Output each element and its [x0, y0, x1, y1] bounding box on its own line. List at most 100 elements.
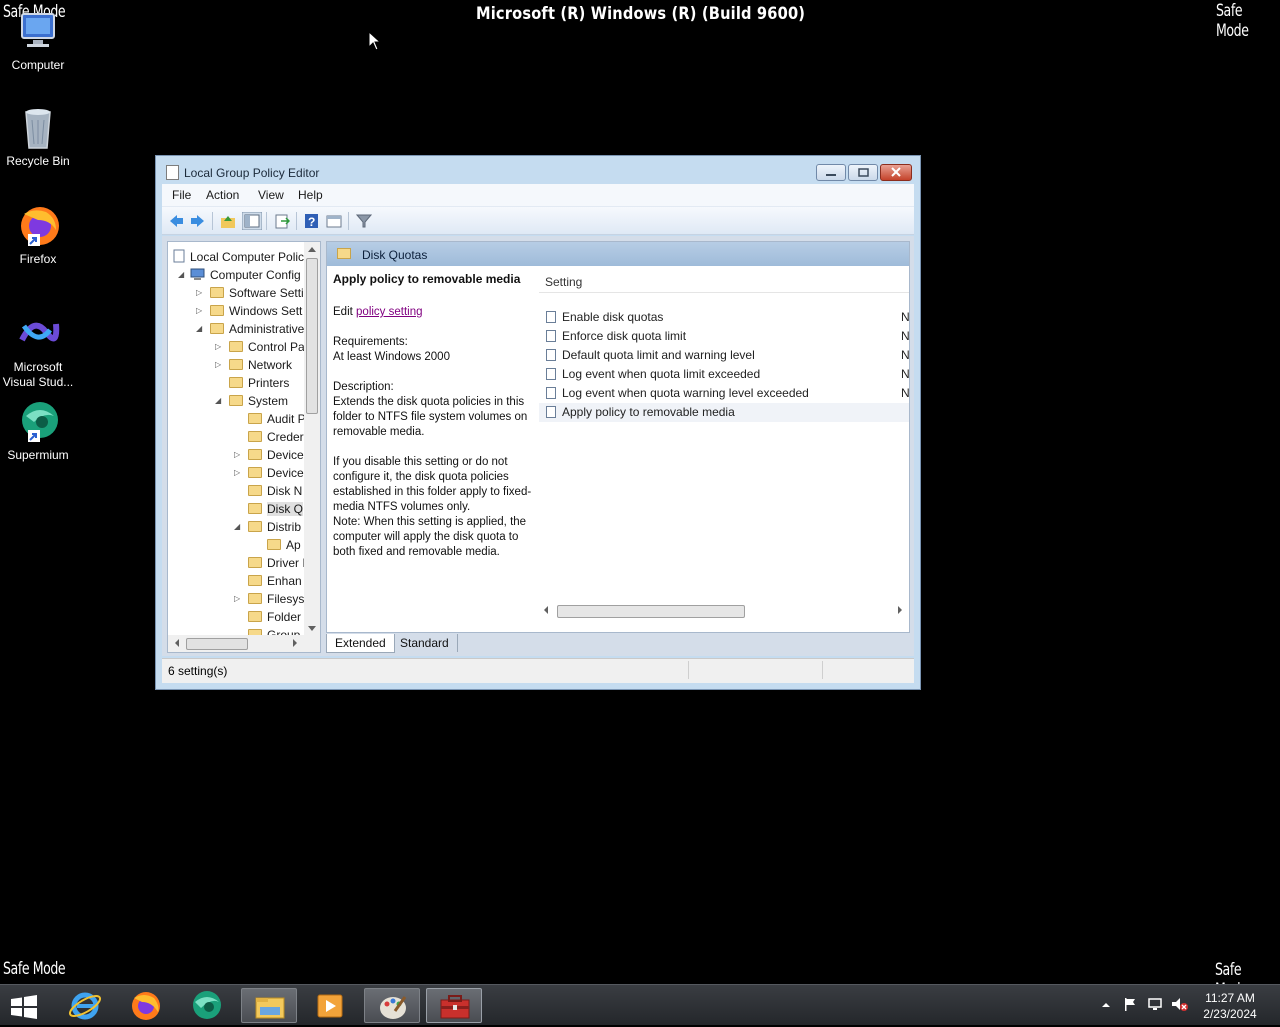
tree-item[interactable]: ▷ Control Pa — [215, 338, 305, 356]
list-item[interactable]: Enforce disk quota limit N — [539, 327, 909, 346]
restore-icon — [858, 168, 869, 177]
minimize-button[interactable] — [816, 164, 846, 181]
tree-item[interactable]: ▷ Network — [215, 356, 292, 374]
group-policy-editor-window[interactable]: Local Group Policy Editor File Action Vi… — [155, 155, 921, 690]
taskbar-paint[interactable] — [364, 988, 420, 1023]
tree-item[interactable]: ◢ Distrib — [234, 518, 301, 536]
desktop-icon-supermium[interactable]: Supermium — [0, 400, 76, 463]
list-item[interactable]: Enable disk quotas N — [539, 308, 909, 327]
scroll-up-icon[interactable] — [304, 242, 320, 256]
folder-icon — [248, 521, 262, 532]
folder-icon — [248, 503, 262, 514]
navigation-tree[interactable]: Local Computer Polic ◢ Computer Config ▷ S… — [167, 241, 321, 653]
taskbar: 11:27 AM 2/23/2024 — [0, 984, 1280, 1025]
filter-icon[interactable] — [356, 213, 372, 229]
requirements-label: Requirements: — [333, 336, 408, 348]
taskbar-internet-explorer[interactable] — [57, 988, 113, 1023]
menu-file[interactable]: File — [172, 188, 191, 202]
tree-vertical-scrollbar[interactable] — [304, 242, 320, 636]
tree-item[interactable]: Ap — [253, 536, 301, 554]
desktop-icon-computer[interactable]: Computer — [0, 10, 76, 73]
scroll-right-icon[interactable] — [893, 602, 907, 619]
tree-vertical-scroll-thumb[interactable] — [306, 258, 318, 414]
policy-setting-icon — [546, 387, 556, 399]
list-item-selected[interactable]: Apply policy to removable media — [539, 403, 909, 422]
folder-icon — [248, 575, 262, 586]
taskbar-firefox[interactable] — [118, 988, 174, 1023]
show-hide-tree-icon[interactable] — [242, 212, 262, 230]
scroll-down-icon[interactable] — [304, 622, 320, 636]
tree-item[interactable]: Enhan — [234, 572, 302, 590]
tree-item[interactable]: Local Computer Polic — [172, 248, 304, 266]
tree-item[interactable]: ▷ Software Setti — [196, 284, 304, 302]
tree-item[interactable]: ◢ System — [215, 392, 288, 410]
edit-policy-setting-link[interactable]: policy setting — [356, 306, 422, 318]
taskbar-supermium[interactable] — [179, 988, 235, 1023]
close-button[interactable] — [880, 164, 912, 181]
desktop-icon-recycle-bin[interactable]: Recycle Bin — [0, 106, 76, 169]
file-explorer-icon — [255, 997, 285, 1019]
taskbar-group-policy-editor[interactable] — [426, 988, 482, 1023]
help-icon[interactable]: ? — [304, 213, 320, 229]
scroll-left-icon[interactable] — [170, 635, 184, 652]
menu-bar: File Action View Help — [162, 184, 914, 206]
action-center-flag-icon[interactable] — [1122, 996, 1138, 1012]
menu-action[interactable]: Action — [206, 188, 239, 202]
tree-item[interactable]: Folder — [234, 608, 301, 626]
network-icon[interactable] — [1146, 996, 1164, 1012]
tree-item[interactable]: Printers — [215, 374, 289, 392]
tree-item[interactable]: ▷ Device — [234, 446, 304, 464]
forward-arrow-icon[interactable] — [190, 213, 206, 229]
menu-view[interactable]: View — [258, 188, 284, 202]
tab-standard[interactable]: Standard — [392, 634, 458, 652]
settings-list[interactable]: Setting Enable disk quotas N Enforce disk… — [539, 266, 909, 626]
start-button[interactable] — [0, 988, 48, 1023]
taskbar-file-explorer[interactable] — [241, 988, 297, 1023]
list-item[interactable]: Default quota limit and warning level N — [539, 346, 909, 365]
tree-item[interactable]: Disk N — [234, 482, 302, 500]
show-hidden-icons-chevron-icon[interactable] — [1100, 999, 1112, 1011]
policy-document-icon — [173, 249, 185, 263]
tree-item[interactable]: Driver I — [234, 554, 306, 572]
folder-icon — [229, 359, 243, 370]
folder-icon — [210, 287, 224, 298]
tree-horizontal-scrollbar[interactable] — [168, 635, 320, 652]
tree-item-selected[interactable]: Disk Q — [234, 500, 303, 518]
tree-item[interactable]: ▷ Device — [234, 464, 304, 482]
up-folder-icon[interactable] — [220, 213, 236, 229]
tree-horizontal-scroll-thumb[interactable] — [186, 638, 248, 650]
tree-item[interactable]: Audit P — [234, 410, 306, 428]
folder-icon — [248, 431, 262, 442]
policy-description: Apply policy to removable media Edit pol… — [333, 272, 533, 560]
list-horizontal-scrollbar[interactable] — [539, 602, 909, 619]
volume-muted-icon[interactable] — [1170, 996, 1188, 1012]
tree-item[interactable]: ◢ Computer Config — [178, 266, 301, 284]
list-item[interactable]: Log event when quota warning level excee… — [539, 384, 909, 403]
back-arrow-icon[interactable] — [168, 213, 184, 229]
desktop-icon-visual-studio[interactable]: Microsoft Visual Stud... — [0, 312, 76, 390]
scroll-right-icon[interactable] — [288, 635, 302, 652]
desktop-icon-firefox[interactable]: Firefox — [0, 204, 76, 267]
requirements-value: At least Windows 2000 — [333, 351, 450, 363]
system-clock[interactable]: 11:27 AM 2/23/2024 — [1196, 990, 1264, 1022]
menu-help[interactable]: Help — [298, 188, 323, 202]
list-horizontal-scroll-thumb[interactable] — [557, 605, 745, 618]
folder-icon — [267, 539, 281, 550]
safe-mode-label-bottom-left: Safe Mode — [3, 959, 66, 979]
list-item[interactable]: Log event when quota limit exceeded N — [539, 365, 909, 384]
tree-item[interactable]: ◢ Administrative — [196, 320, 304, 338]
maximize-button[interactable] — [848, 164, 878, 181]
tree-item[interactable]: ▷ Filesys — [234, 590, 304, 608]
computer-config-icon — [190, 268, 205, 280]
export-list-icon[interactable] — [274, 213, 290, 229]
properties-icon[interactable] — [326, 213, 342, 229]
column-header-setting[interactable]: Setting — [539, 272, 909, 293]
title-bar[interactable]: Local Group Policy Editor — [156, 156, 920, 184]
tree-item[interactable]: Creder — [234, 428, 304, 446]
build-banner: Microsoft (R) Windows (R) (Build 9600) — [476, 4, 806, 24]
taskbar-media-player[interactable] — [302, 988, 358, 1023]
folder-icon — [248, 467, 262, 478]
tab-extended[interactable]: Extended — [326, 634, 395, 653]
scroll-left-icon[interactable] — [539, 602, 553, 619]
tree-item[interactable]: ▷ Windows Sett — [196, 302, 302, 320]
